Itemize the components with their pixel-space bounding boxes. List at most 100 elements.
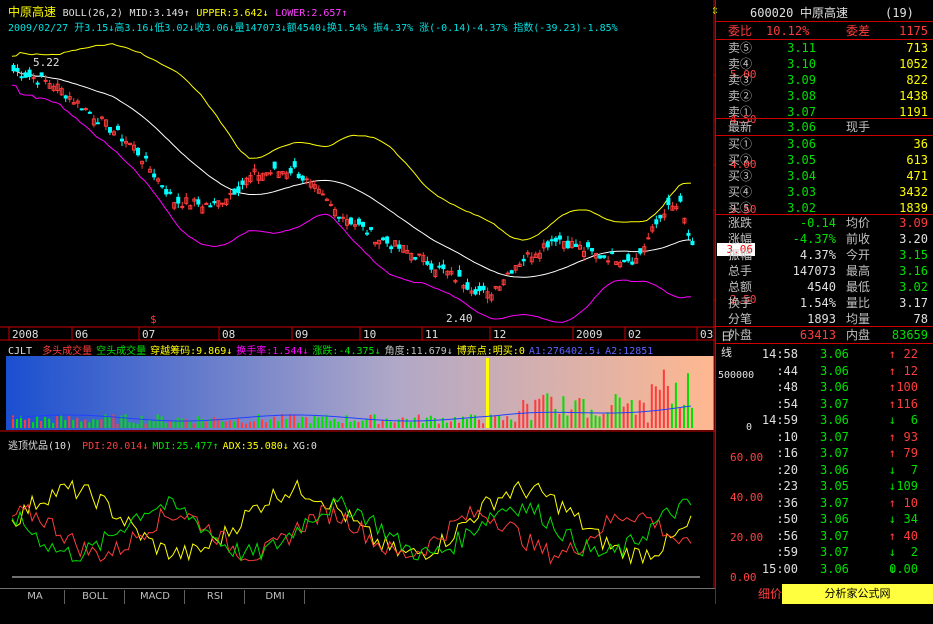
volume-bar — [84, 419, 87, 428]
candle-body — [473, 289, 478, 295]
volume-bar — [662, 369, 665, 428]
tick-time: :50 — [776, 512, 798, 526]
volume-bar — [602, 413, 605, 428]
candle-body — [19, 76, 24, 79]
month-tick: 06 — [75, 328, 89, 341]
ad-banner[interactable]: 分析家公式网 www.88gs.com — [782, 584, 933, 620]
volume-bar — [305, 417, 308, 428]
tick-volume: 116 — [896, 396, 918, 411]
ask-row[interactable]: 卖③ 3.09 822 — [716, 72, 933, 88]
month-tick: 03 — [700, 328, 714, 341]
tick-volume: 93 — [903, 429, 918, 444]
volume-bar — [148, 419, 151, 428]
volume-bar — [369, 414, 372, 428]
volume-bar — [558, 413, 561, 428]
book-price: 3.06 — [787, 137, 816, 151]
stat-label: 总手 — [728, 264, 753, 278]
volume-bar — [381, 419, 384, 428]
volume-bar — [666, 385, 669, 428]
stats-row: 涨幅 -4.37% 前收 3.20 — [716, 231, 933, 247]
volume-bar — [136, 423, 139, 428]
candle-body — [658, 214, 663, 219]
candle-body — [107, 126, 112, 133]
ask-row[interactable]: 卖② 3.08 1438 — [716, 88, 933, 104]
volume-bar — [140, 416, 143, 428]
volume-bar — [265, 422, 268, 428]
kline-chart-area[interactable]: 中原高速 BOLL(26,2) MID:3.149↑ UPPER:3.642↓ … — [0, 0, 763, 604]
book-label: 卖③ — [728, 73, 753, 87]
tick-row: :10 3.07 ↑ 93 — [716, 429, 933, 445]
volume-bar — [68, 415, 71, 428]
kline-chart-svg[interactable] — [0, 0, 715, 604]
book-volume: 1438 — [899, 89, 928, 103]
book-price: 3.11 — [787, 41, 816, 55]
candle-body — [590, 247, 595, 252]
candle-body — [690, 240, 695, 246]
tab-ma[interactable]: MA — [6, 590, 65, 604]
volume-bar — [281, 414, 284, 428]
stat-label: 涨幅 — [728, 232, 753, 246]
candle-body — [429, 263, 434, 270]
volume-bar — [626, 403, 629, 428]
tick-time: :10 — [776, 429, 798, 444]
stat-value: 147073 — [792, 264, 836, 278]
candle-body — [385, 236, 390, 244]
ask-row[interactable]: 卖④ 3.10 1052 — [716, 56, 933, 72]
volume-bar — [429, 415, 432, 428]
tab-macd[interactable]: MACD — [126, 590, 185, 604]
candle-body — [95, 122, 100, 125]
volume-bar — [40, 421, 43, 428]
candle-body — [220, 202, 225, 205]
tick-dir: ↓ — [888, 413, 896, 427]
tab-boll[interactable]: BOLL — [66, 590, 125, 604]
wei-bi-row: 委比 10.12% 委差 1175 — [728, 24, 928, 38]
candle-body — [39, 72, 44, 77]
candle-body — [296, 173, 301, 179]
volume-bar — [514, 421, 517, 428]
volume-bar — [28, 418, 31, 428]
candle-body — [336, 216, 341, 219]
stat-value: 4540 — [807, 280, 836, 294]
volume-bar — [353, 420, 356, 428]
volume-bar — [566, 415, 569, 428]
bid-row[interactable]: 买③ 3.04 471 — [716, 168, 933, 184]
tick-dir: ↓ — [888, 545, 896, 559]
bid-row[interactable]: 买④ 3.03 3432 — [716, 184, 933, 200]
tick-dir: ↓ — [888, 479, 896, 493]
tick-price: 3.06 — [820, 413, 849, 427]
volume-bar — [470, 414, 473, 428]
volume-bar — [180, 418, 183, 428]
book-volume: 471 — [906, 169, 928, 183]
bid-row[interactable]: 买① 3.06 36 — [716, 136, 933, 152]
volume-bar — [622, 406, 625, 428]
quote-stock-name: 中原高速 — [800, 6, 849, 20]
tick-price: 3.06 — [820, 380, 849, 394]
candle-body — [437, 265, 442, 268]
month-tick: 2009 — [576, 328, 603, 341]
tick-price: 3.07 — [820, 528, 849, 543]
volume-labels: 多头成交量 空头成交量 穿越筹码:9.869↓ 换手率:1.544↓ 涨跌:-4.375… — [38, 346, 653, 357]
tick-dir: ↓ — [888, 462, 896, 477]
volume-bar — [582, 398, 585, 428]
bid-row[interactable]: 买② 3.05 613 — [716, 152, 933, 168]
volume-bar — [261, 419, 264, 428]
stat-value: -0.14 — [799, 216, 836, 230]
volume-label: A2:12851 — [605, 346, 654, 357]
volume-bar — [192, 423, 195, 428]
volume-bar — [273, 416, 276, 428]
candle-body — [646, 237, 651, 240]
indicator-labels: PDI:20.014↓ MDI:25.477↑ ADX:35.080↓ XG:0 — [78, 441, 317, 452]
volume-bar — [188, 421, 191, 428]
tick-price: 3.07 — [820, 446, 849, 460]
volume-bar — [224, 421, 227, 428]
volume-bar — [88, 422, 91, 428]
tab-dmi[interactable]: DMI — [246, 590, 305, 604]
volume-bar — [586, 417, 589, 428]
volume-bar — [228, 420, 231, 428]
candle-body — [598, 255, 603, 259]
volume-header: CJLT 多头成交量 空头成交量 穿越筹码:9.869↓ 换手率:1.544↓ 涨跌:-… — [8, 342, 653, 357]
ask-row[interactable]: 卖⑤ 3.11 713 — [716, 40, 933, 56]
volume-bar — [36, 415, 39, 428]
tab-rsi[interactable]: RSI — [186, 590, 245, 604]
volume-bar — [108, 416, 111, 428]
